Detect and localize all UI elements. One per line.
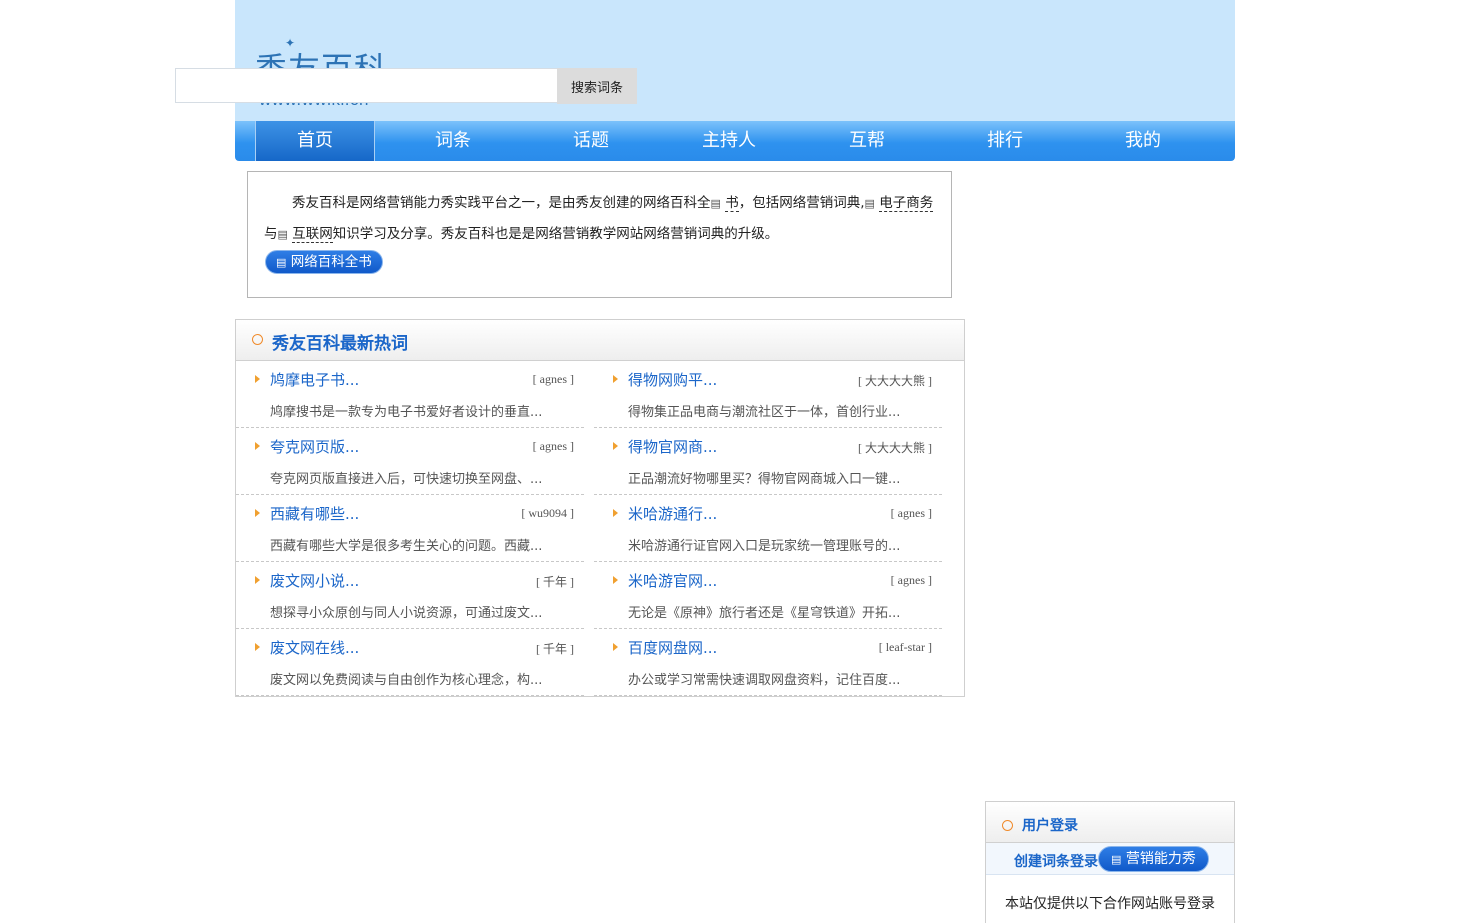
doc-icon: ▤ [864, 197, 875, 210]
create-entry-login-link[interactable]: 创建词条登录 [1014, 851, 1098, 871]
hot-entry[interactable]: 百度网盘网... [ leaf-star ] 办公或学习常需快速调取网盘资料，记住百… [594, 629, 942, 696]
intro-link-book[interactable]: 书 [725, 195, 739, 212]
hot-entry[interactable]: 西藏有哪些... [ wu9094 ] 西藏有哪些大学是很多考生关心的问题。西藏..… [236, 495, 584, 562]
search-button[interactable]: 搜索词条 [557, 68, 637, 104]
hot-entry[interactable]: 得物官网商... [ 大大大大熊 ] 正品潮流好物哪里买？得物官网商城入口一键... [594, 428, 942, 495]
entry-author[interactable]: [ agnes ] [891, 506, 932, 521]
entry-summary: 正品潮流好物哪里买？得物官网商城入口一键... [628, 472, 901, 487]
entry-author[interactable]: [ agnes ] [533, 439, 574, 454]
intro-box: 秀友百科是网络营销能力秀实践平台之一，是由秀友创建的网络百科全▤ 书，包括网络营… [247, 171, 952, 298]
entry-title[interactable]: 夸克网页版... [270, 436, 359, 457]
marketing-show-button[interactable]: ▤ 营销能力秀 [1098, 846, 1209, 872]
triangle-bullet-icon [613, 375, 618, 383]
nav-item-hosts[interactable]: 主持人 [679, 121, 779, 161]
triangle-bullet-icon [613, 509, 618, 517]
entry-summary: 废文网以免费阅读与自由创作为核心理念，构... [270, 673, 543, 688]
nav-item-home[interactable]: 首页 [255, 121, 375, 161]
entry-title[interactable]: 鸠摩电子书... [270, 369, 359, 390]
entry-title[interactable]: 米哈游官网... [628, 570, 717, 591]
hot-entry[interactable]: 夸克网页版... [ agnes ] 夸克网页版直接进入后，可快速切换至网盘、... [236, 428, 584, 495]
triangle-bullet-icon [255, 643, 260, 651]
login-note: 本站仅提供以下合作网站账号登录 [1005, 896, 1215, 912]
entry-author[interactable]: [ 大大大大熊 ] [858, 439, 932, 456]
entry-summary: 无论是《原神》旅行者还是《星穹铁道》开拓... [628, 606, 901, 621]
entry-title[interactable]: 百度网盘网... [628, 637, 717, 658]
entry-summary: 想探寻小众原创与同人小说资源，可通过废文... [270, 606, 543, 621]
hot-entry[interactable]: 得物网购平... [ 大大大大熊 ] 得物集正品电商与潮流社区于一体，首创行业... [594, 361, 942, 428]
triangle-bullet-icon [255, 375, 260, 383]
panel-title: 秀友百科最新热词 [272, 334, 408, 354]
nav-item-entries[interactable]: 词条 [403, 121, 503, 161]
login-title: 用户登录 [1022, 818, 1078, 834]
entry-summary: 夸克网页版直接进入后，可快速切换至网盘、... [270, 472, 543, 487]
triangle-bullet-icon [255, 576, 260, 584]
hot-entry[interactable]: 米哈游官网... [ agnes ] 无论是《原神》旅行者还是《星穹铁道》开拓... [594, 562, 942, 629]
entry-title[interactable]: 米哈游通行... [628, 503, 717, 524]
search-input[interactable] [175, 68, 558, 103]
entry-author[interactable]: [ 千年 ] [536, 573, 574, 590]
entry-summary: 米哈游通行证官网入口是玩家统一管理账号的... [628, 539, 901, 554]
intro-text: 秀友百科是网络营销能力秀实践平台之一，是由秀友创建的网络百科全▤ 书，包括网络营… [264, 195, 934, 243]
panel-header: 秀友百科最新热词 [236, 320, 964, 361]
hot-entry[interactable]: 废文网在线... [ 千年 ] 废文网以免费阅读与自由创作为核心理念，构... [236, 629, 584, 696]
entry-summary: 西藏有哪些大学是很多考生关心的问题。西藏... [270, 539, 543, 554]
entry-title[interactable]: 废文网小说... [270, 570, 359, 591]
entry-summary: 办公或学习常需快速调取网盘资料，记住百度... [628, 673, 901, 688]
hot-entry[interactable]: 鸠摩电子书... [ agnes ] 鸠摩搜书是一款专为电子书爱好者设计的垂直... [236, 361, 584, 428]
triangle-bullet-icon [613, 643, 618, 651]
hot-entry[interactable]: 米哈游通行... [ agnes ] 米哈游通行证官网入口是玩家统一管理账号的... [594, 495, 942, 562]
intro-link-internet[interactable]: 互联网 [292, 226, 333, 243]
panel-header: 用户登录 [986, 802, 1234, 843]
doc-icon: ▤ [276, 256, 287, 269]
triangle-bullet-icon [613, 442, 618, 450]
nav-item-ranking[interactable]: 排行 [955, 121, 1055, 161]
login-panel: 用户登录 创建词条登录 ▤ 营销能力秀 本站仅提供以下合作网站账号登录 [985, 801, 1235, 923]
encyclopedia-button[interactable]: ▤ 网络百科全书 [265, 250, 383, 274]
triangle-bullet-icon [255, 509, 260, 517]
entry-author[interactable]: [ 大大大大熊 ] [858, 372, 932, 389]
entry-title[interactable]: 得物网购平... [628, 369, 717, 390]
nav-item-help[interactable]: 互帮 [817, 121, 917, 161]
main-nav: 首页 词条 话题 主持人 互帮 排行 我的 [235, 121, 1235, 161]
entry-author[interactable]: [ agnes ] [891, 573, 932, 588]
login-subbar: 创建词条登录 ▤ 营销能力秀 [986, 843, 1234, 875]
entry-author[interactable]: [ leaf-star ] [879, 640, 932, 655]
nav-item-mine[interactable]: 我的 [1093, 121, 1193, 161]
hot-entry[interactable]: 废文网小说... [ 千年 ] 想探寻小众原创与同人小说资源，可通过废文... [236, 562, 584, 629]
doc-icon: ▤ [1111, 853, 1122, 866]
entry-summary: 得物集正品电商与潮流社区于一体，首创行业... [628, 405, 901, 420]
entry-author[interactable]: [ 千年 ] [536, 640, 574, 657]
hot-entries-panel: 秀友百科最新热词 鸠摩电子书... [ agnes ] 鸠摩搜书是一款专为电子书爱好… [235, 319, 965, 697]
entry-title[interactable]: 废文网在线... [270, 637, 359, 658]
intro-link-ecommerce[interactable]: 电子商务 [879, 195, 934, 212]
nav-item-topics[interactable]: 话题 [541, 121, 641, 161]
entry-summary: 鸠摩搜书是一款专为电子书爱好者设计的垂直... [270, 405, 543, 420]
triangle-bullet-icon [613, 576, 618, 584]
entry-title[interactable]: 西藏有哪些... [270, 503, 359, 524]
circle-bullet-icon [1002, 820, 1013, 831]
circle-bullet-icon [252, 334, 263, 345]
doc-icon: ▤ [710, 197, 721, 210]
triangle-bullet-icon [255, 442, 260, 450]
entry-title[interactable]: 得物官网商... [628, 436, 717, 457]
entry-author[interactable]: [ agnes ] [533, 372, 574, 387]
doc-icon: ▤ [277, 228, 288, 241]
entry-author[interactable]: [ wu9094 ] [521, 506, 574, 521]
